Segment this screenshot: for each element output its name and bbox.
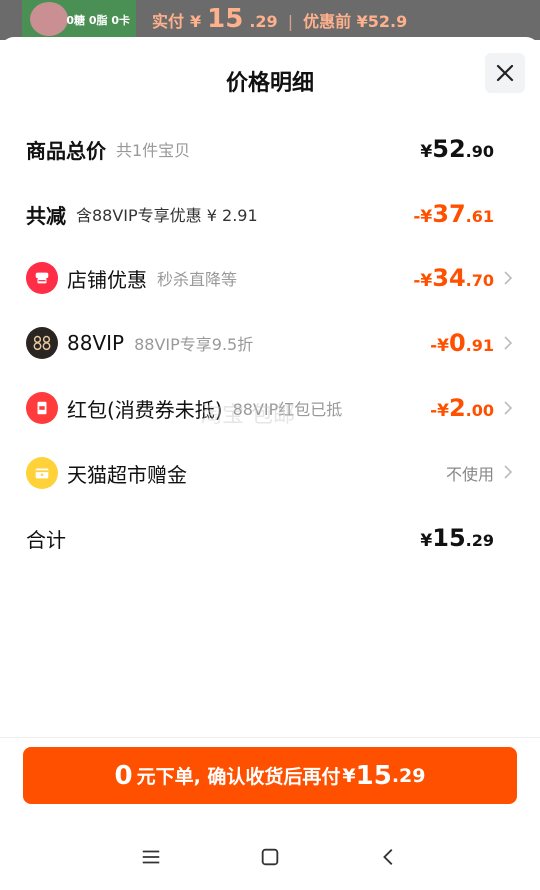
chevron-right-icon <box>504 271 513 285</box>
chevron-right-icon <box>504 465 513 479</box>
background-price-line: 实付 ¥15 .29 | 优惠前 ¥52.9 <box>152 4 407 34</box>
shop-discount-amount: -¥ 34.70 <box>413 264 494 292</box>
store-icon <box>26 262 58 294</box>
row-total-discount: 共减 含88VIP专享优惠 ¥ 2.91 -¥ 37.61 <box>26 194 514 234</box>
divider <box>0 737 540 738</box>
shop-discount-label: 店铺优惠 <box>67 267 147 292</box>
vip-note: 88VIP专享9.5折 <box>134 335 254 354</box>
goods-count: 共1件宝贝 <box>116 141 191 160</box>
sheet-title: 价格明细 <box>225 71 314 96</box>
back-icon <box>383 849 393 865</box>
back-nav-button[interactable] <box>377 845 401 869</box>
menu-nav-button[interactable] <box>139 845 163 869</box>
cta-yen: ¥ <box>342 764 356 787</box>
background-product-strip: 0糖 0脂 0卡 实付 ¥15 .29 | 优惠前 ¥52.9 <box>0 0 540 40</box>
paid-yen: ¥ <box>190 12 202 31</box>
close-icon <box>496 64 514 82</box>
total-discount-amount: -¥ 37.61 <box>413 200 494 228</box>
row-goods-total: 商品总价 共1件宝贝 ¥52.90 <box>26 129 514 169</box>
goods-total-amount: ¥52.90 <box>420 135 494 163</box>
red-packet-note: 88VIP红包已抵 <box>232 400 343 419</box>
row-shop-discount[interactable]: 店铺优惠 秒杀直降等 -¥ 34.70 <box>26 258 514 298</box>
gift-not-use: 不使用 <box>445 465 494 484</box>
paid-int: 15 <box>207 4 244 34</box>
cta-text: 元下单, 确认收货后再付 <box>136 766 341 788</box>
product-thumbnail: 0糖 0脂 0卡 <box>22 0 136 40</box>
paid-dec: .29 <box>249 12 278 31</box>
row-grand-total: 合计 ¥15.29 <box>26 518 514 558</box>
home-nav-button[interactable] <box>258 845 282 869</box>
grand-total-amount: ¥15.29 <box>420 524 494 552</box>
product-image <box>30 2 68 36</box>
shop-discount-note: 秒杀直降等 <box>157 270 238 289</box>
total-discount-label: 共减 <box>26 203 66 228</box>
red-packet-icon <box>26 392 58 424</box>
price-detail-sheet: 价格明细 商品总价 共1件宝贝 ¥52.90 共减 含88VIP专享优惠 ¥ 2… <box>0 37 540 890</box>
chevron-right-icon <box>504 401 513 415</box>
cta-zero: 0 <box>114 760 133 791</box>
paid-label: 实付 <box>152 12 185 31</box>
menu-icon <box>142 850 160 864</box>
cta-dec: .29 <box>391 764 426 787</box>
row-tmall-gift[interactable]: 天猫超市赠金 不使用 <box>26 453 514 493</box>
grand-total-label: 合计 <box>26 527 66 552</box>
red-packet-label: 红包(消费券未抵) <box>67 397 223 422</box>
gift-card-icon <box>26 457 58 489</box>
system-nav-bar <box>0 824 540 890</box>
product-thumb-text: 0糖 0脂 0卡 <box>66 14 130 27</box>
tmall-gift-label: 天猫超市赠金 <box>67 462 187 487</box>
home-square-icon <box>261 848 279 866</box>
discount-vip-note: 含88VIP专享优惠 ¥ 2.91 <box>76 206 258 225</box>
row-88vip[interactable]: 88VIP 88VIP专享9.5折 -¥ 0.91 <box>26 323 514 363</box>
chevron-right-icon <box>504 336 513 350</box>
vip-label: 88VIP <box>67 331 125 355</box>
88vip-icon <box>26 327 58 359</box>
close-button[interactable] <box>485 53 525 93</box>
price-separator: | <box>287 12 294 31</box>
goods-total-label: 商品总价 <box>26 138 106 163</box>
vip-amount: -¥ 0.91 <box>430 329 494 357</box>
row-red-packet[interactable]: 红包(消费券未抵) 88VIP红包已抵 -¥ 2.00 <box>26 388 514 428</box>
original-price: 优惠前 ¥52.9 <box>303 12 408 31</box>
cta-int: 15 <box>355 760 392 791</box>
checkout-button[interactable]: 0 元下单, 确认收货后再付 ¥15.29 <box>23 747 517 804</box>
red-packet-amount: -¥ 2.00 <box>430 394 494 422</box>
